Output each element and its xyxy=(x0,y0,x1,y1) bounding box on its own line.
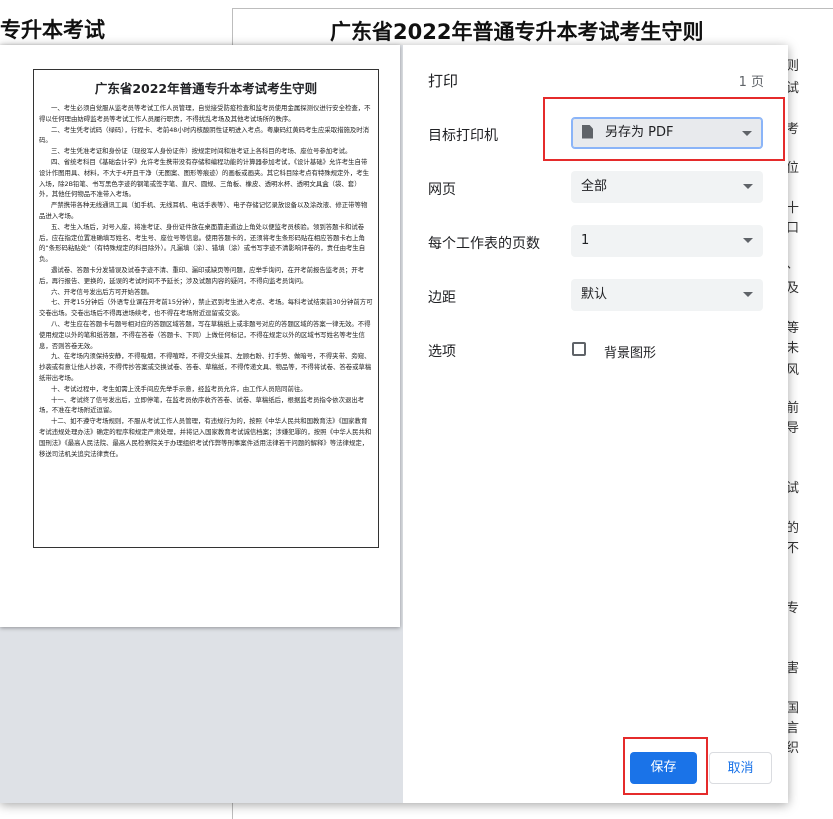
pages-label: 网页 xyxy=(428,182,456,198)
margins-label: 边距 xyxy=(428,290,456,306)
preview-title: 广东省2022年普通专升本考试考生守则 xyxy=(94,81,318,96)
page-count: 1 页 xyxy=(738,75,764,90)
margins-value: 默认 xyxy=(581,287,608,302)
preview-paragraph: 三、考生凭准考证和身份证（现役军人身份证件）按规定时间和准考证上各科目的考场、座… xyxy=(51,147,352,156)
preview-paragraph: 十一、考试终了信号发出后，立即停笔，在监考员依序收齐答卷、试卷、草稿纸后，根据监… xyxy=(39,395,365,415)
preview-paragraph: 严禁携带各种无线通讯工具（如手机、无线耳机、电话手表等）、电子存储记忆录放设备以… xyxy=(39,201,368,220)
preview-paragraph: 十、考试过程中，考生如需上洗手间应先举手示意，经监考员允许，由工作人员陪同前往。 xyxy=(51,384,307,393)
background-left-title: 专升本考试 xyxy=(0,18,105,42)
chevron-down-icon xyxy=(743,238,753,243)
pages-per-sheet-select[interactable]: 1 xyxy=(571,225,763,257)
preview-paragraph: 一、考生必须自觉服从监考员等考试工作人员管理，自觉接受防疫检查和监考员使用金属探… xyxy=(39,104,371,123)
preview-page: 广东省2022年普通专升本考试考生守则 一、考生必须自觉服从监考员等考试工作人员… xyxy=(0,45,400,627)
preview-paragraphs: 一、考生必须自觉服从监考员等考试工作人员管理，自觉接受防疫检查和监考员使用金属探… xyxy=(34,103,378,459)
destination-highlight-box xyxy=(543,97,785,161)
preview-paragraph: 八、考生应在答题卡与题号相对应的答题区域答题，写在草稿纸上或非题号对应的答题区域… xyxy=(39,319,371,350)
margins-select[interactable]: 默认 xyxy=(571,279,763,311)
background-document-title: 广东省2022年普通专升本考试考生守则 xyxy=(330,20,704,44)
destination-label: 目标打印机 xyxy=(428,128,498,144)
preview-paragraph: 十二、如不遵守考场规则，不服从考试工作人员管理，有违规行为的，按照《中华人民共和… xyxy=(39,417,372,458)
pages-select[interactable]: 全部 xyxy=(571,171,763,203)
preview-paragraph: 遇试卷、答题卡分发错误及试卷字迹不清、重印、漏印或缺页等问题，应举手询问，在开考… xyxy=(39,265,365,285)
chevron-down-icon xyxy=(743,184,753,189)
chevron-down-icon xyxy=(743,292,753,297)
preview-paragraph: 六、开考信号发出后方可开始答题。 xyxy=(51,287,154,296)
options-label: 选项 xyxy=(428,344,456,360)
preview-paragraph: 四、省统考科目《基础会计学》允许考生携带没有存储和编程功能的计算器参加考试，《设… xyxy=(39,157,369,199)
background-graphics-checkbox[interactable] xyxy=(572,342,586,356)
preview-paragraph: 七、开考15分钟后（外语专业课在开考前15分钟），禁止迟到考生进入考点、考场。每… xyxy=(39,298,373,318)
pages-per-sheet-label: 每个工作表的页数 xyxy=(428,236,540,252)
preview-paragraph: 二、考生凭考试码（绿码），行程卡、考前48小时内核酸阴性证明进入考点。粤康码红黄… xyxy=(39,125,370,145)
pages-value: 全部 xyxy=(581,179,608,194)
background-graphics-label[interactable]: 背景图形 xyxy=(604,342,656,361)
preview-paragraph: 九、在考场内须保持安静，不得吸烟，不得喧哗，不得交头接耳、左顾右盼、打手势、做暗… xyxy=(39,352,372,382)
pages-per-sheet-value: 1 xyxy=(581,233,590,248)
preview-page-content: 广东省2022年普通专升本考试考生守则 一、考生必须自觉服从监考员等考试工作人员… xyxy=(33,69,379,548)
dialog-title: 打印 xyxy=(428,72,459,90)
save-highlight-box xyxy=(623,737,708,795)
preview-paragraph: 五、考生入场后，对号入座，将准考证、身份证件放在桌面靠走道边上角处以便监考员核验… xyxy=(39,222,366,264)
cancel-button[interactable]: 取消 xyxy=(709,752,772,784)
print-preview-pane: 广东省2022年普通专升本考试考生守则 一、考生必须自觉服从监考员等考试工作人员… xyxy=(0,45,403,803)
